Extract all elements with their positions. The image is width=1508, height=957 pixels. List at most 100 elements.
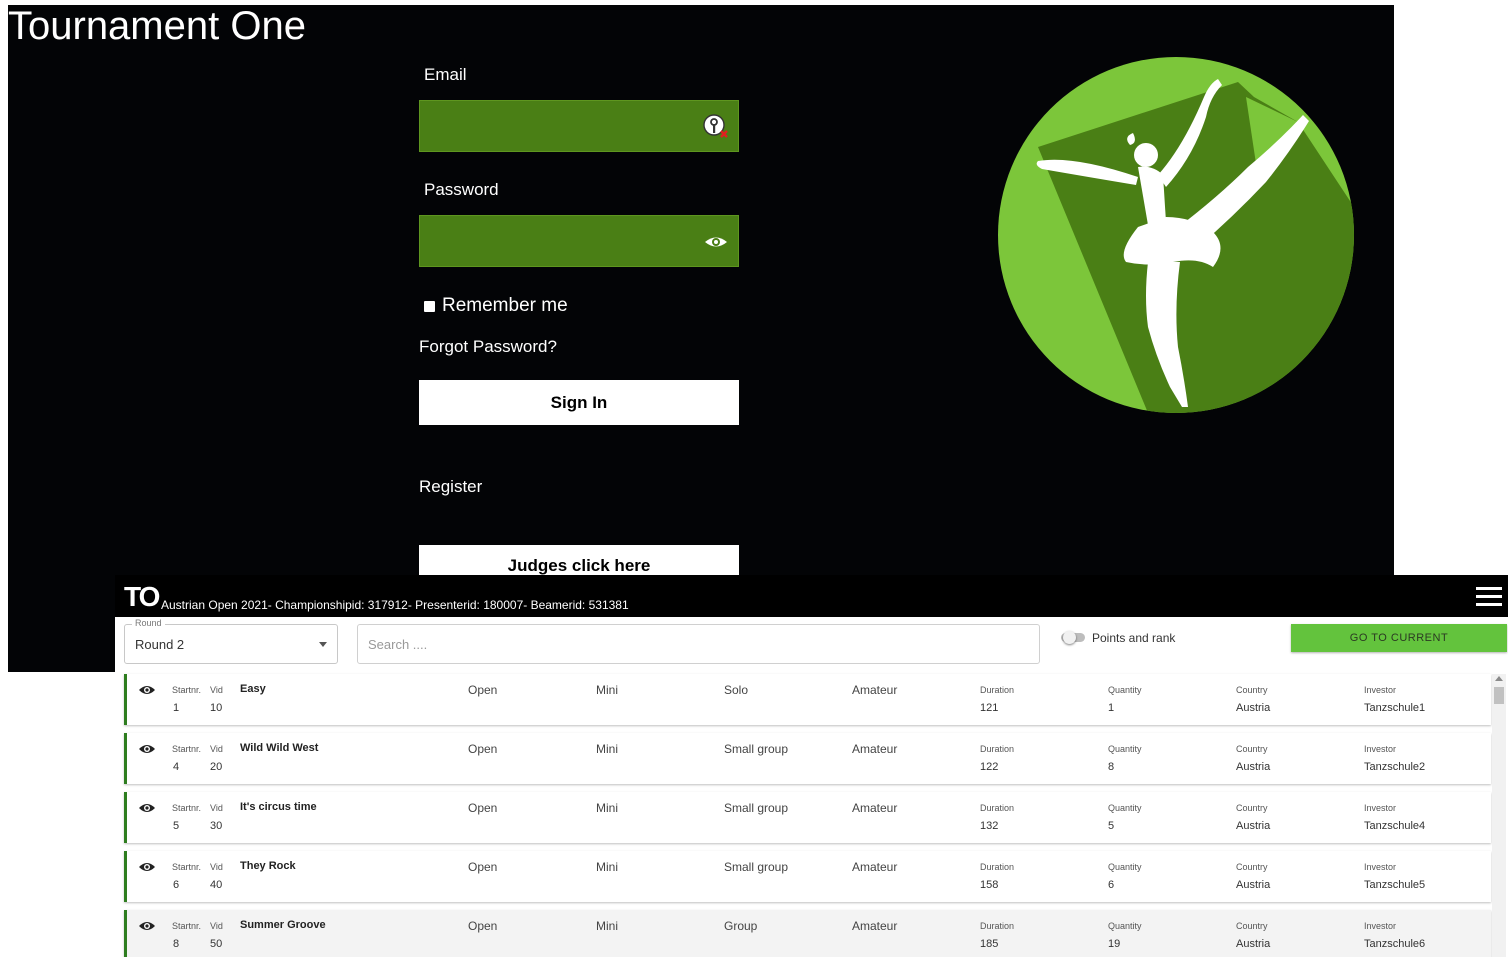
sign-in-button[interactable]: Sign In bbox=[419, 380, 739, 425]
country-label: Country bbox=[1236, 685, 1268, 695]
remember-me-label: Remember me bbox=[442, 295, 568, 316]
type-value: Amateur bbox=[852, 860, 898, 874]
round-select[interactable]: Round Round 2 bbox=[124, 618, 338, 664]
register-link[interactable]: Register bbox=[419, 477, 482, 497]
performance-title: Easy bbox=[240, 683, 266, 695]
table-row[interactable]: Startnr. Vid 4 20 Wild Wild West Open Mini Smal… bbox=[124, 733, 1491, 784]
country-label: Country bbox=[1236, 921, 1268, 931]
app-title: Tournament One bbox=[8, 5, 306, 48]
table-row[interactable]: Startnr. Vid 1 10 Easy Open Mini Solo Amateur Dur… bbox=[124, 674, 1491, 725]
type-value: Amateur bbox=[852, 919, 898, 933]
age-value: Mini bbox=[596, 919, 619, 933]
startnr-value: 6 bbox=[173, 879, 180, 891]
checkbox-box[interactable] bbox=[424, 300, 435, 312]
country-label: Country bbox=[1236, 862, 1268, 872]
country-value: Austria bbox=[1236, 761, 1271, 773]
duration-value: 185 bbox=[980, 938, 999, 950]
table-row[interactable]: Startnr. Vid 5 30 It's circus time Open Mini Sm… bbox=[124, 792, 1491, 843]
type-value: Amateur bbox=[852, 683, 898, 697]
startnr-label: Startnr. bbox=[172, 685, 202, 695]
password-field[interactable] bbox=[420, 216, 694, 268]
performance-title: Summer Groove bbox=[240, 919, 326, 931]
type-value: Amateur bbox=[852, 742, 898, 756]
duration-value: 158 bbox=[980, 879, 999, 891]
search-input[interactable] bbox=[358, 625, 1039, 663]
list-scrollbar[interactable] bbox=[1492, 674, 1506, 957]
eye-icon[interactable] bbox=[138, 684, 156, 696]
investor-value: Tanzschule1 bbox=[1364, 702, 1426, 714]
duration-label: Duration bbox=[980, 862, 1015, 872]
vid-label: Vid bbox=[210, 862, 223, 872]
quantity-label: Quantity bbox=[1108, 744, 1142, 754]
age-value: Mini bbox=[596, 683, 619, 697]
level-value: Open bbox=[468, 683, 498, 697]
startnr-value: 5 bbox=[173, 820, 180, 832]
email-label: Email bbox=[424, 65, 467, 84]
startnr-label: Startnr. bbox=[172, 744, 202, 754]
level-value: Open bbox=[468, 860, 498, 874]
vid-value: 30 bbox=[210, 820, 223, 832]
tournament-list-screen: TO Austrian Open 2021- Championshipid: 3… bbox=[115, 575, 1508, 957]
points-and-rank-label: Points and rank bbox=[1092, 631, 1176, 645]
hamburger-menu-icon[interactable] bbox=[1476, 587, 1502, 607]
points-and-rank-toggle[interactable] bbox=[1061, 631, 1085, 644]
duration-value: 121 bbox=[980, 702, 999, 714]
age-value: Mini bbox=[596, 860, 619, 874]
championship-meta: Austrian Open 2021- Championshipid: 3179… bbox=[161, 598, 629, 612]
country-label: Country bbox=[1236, 744, 1268, 754]
duration-value: 122 bbox=[980, 761, 999, 773]
investor-value: Tanzschule2 bbox=[1364, 761, 1426, 773]
category-value: Solo bbox=[724, 683, 749, 697]
email-field-wrapper bbox=[419, 100, 739, 153]
vid-value: 10 bbox=[210, 702, 223, 714]
startnr-value: 4 bbox=[173, 761, 180, 773]
startnr-value: 1 bbox=[173, 702, 180, 714]
investor-label: Investor bbox=[1364, 803, 1397, 813]
quantity-label: Quantity bbox=[1108, 921, 1142, 931]
top-bar: TO Austrian Open 2021- Championshipid: 3… bbox=[115, 575, 1508, 617]
quantity-value: 1 bbox=[1108, 702, 1115, 714]
eye-icon[interactable] bbox=[138, 861, 156, 873]
vid-value: 50 bbox=[210, 938, 223, 950]
to-logo: TO bbox=[124, 581, 160, 612]
eye-icon[interactable] bbox=[138, 920, 156, 932]
country-value: Austria bbox=[1236, 879, 1271, 891]
startnr-label: Startnr. bbox=[172, 803, 202, 813]
country-value: Austria bbox=[1236, 820, 1271, 832]
performance-title: It's circus time bbox=[240, 801, 317, 813]
vid-label: Vid bbox=[210, 685, 223, 695]
ballerina-logo-icon bbox=[998, 57, 1354, 413]
round-legend: Round bbox=[132, 618, 165, 628]
password-field-wrapper bbox=[419, 215, 739, 268]
email-field[interactable] bbox=[420, 101, 694, 153]
duration-label: Duration bbox=[980, 921, 1015, 931]
category-value: Small group bbox=[724, 801, 789, 815]
forgot-password-link[interactable]: Forgot Password? bbox=[419, 337, 557, 357]
show-password-eye-icon[interactable] bbox=[702, 228, 730, 256]
vid-value: 40 bbox=[210, 879, 223, 891]
round-value: Round 2 bbox=[135, 637, 185, 652]
startnr-label: Startnr. bbox=[172, 862, 202, 872]
search-box bbox=[357, 624, 1040, 664]
eye-icon[interactable] bbox=[138, 743, 156, 755]
country-value: Austria bbox=[1236, 702, 1271, 714]
age-value: Mini bbox=[596, 801, 619, 815]
table-row[interactable]: Startnr. Vid 8 50 Summer Groove Open Mini Group… bbox=[124, 910, 1491, 957]
password-manager-icon[interactable] bbox=[702, 113, 730, 141]
level-value: Open bbox=[468, 919, 498, 933]
vid-value: 20 bbox=[210, 761, 223, 773]
table-row[interactable]: Startnr. Vid 6 40 They Rock Open Mini Small gro… bbox=[124, 851, 1491, 902]
scroll-up-arrow-icon[interactable] bbox=[1495, 676, 1503, 681]
eye-icon[interactable] bbox=[138, 802, 156, 814]
remember-me-checkbox[interactable]: Remember me bbox=[424, 295, 568, 317]
judges-button-label: Judges click here bbox=[507, 556, 651, 575]
go-to-current-button[interactable]: GO TO CURRENT bbox=[1291, 624, 1507, 652]
investor-label: Investor bbox=[1364, 921, 1397, 931]
age-value: Mini bbox=[596, 742, 619, 756]
chevron-down-icon bbox=[319, 642, 327, 647]
startnr-value: 8 bbox=[173, 938, 180, 950]
quantity-value: 19 bbox=[1108, 938, 1121, 950]
scrollbar-thumb[interactable] bbox=[1494, 687, 1504, 704]
category-value: Small group bbox=[724, 860, 789, 874]
type-value: Amateur bbox=[852, 801, 898, 815]
